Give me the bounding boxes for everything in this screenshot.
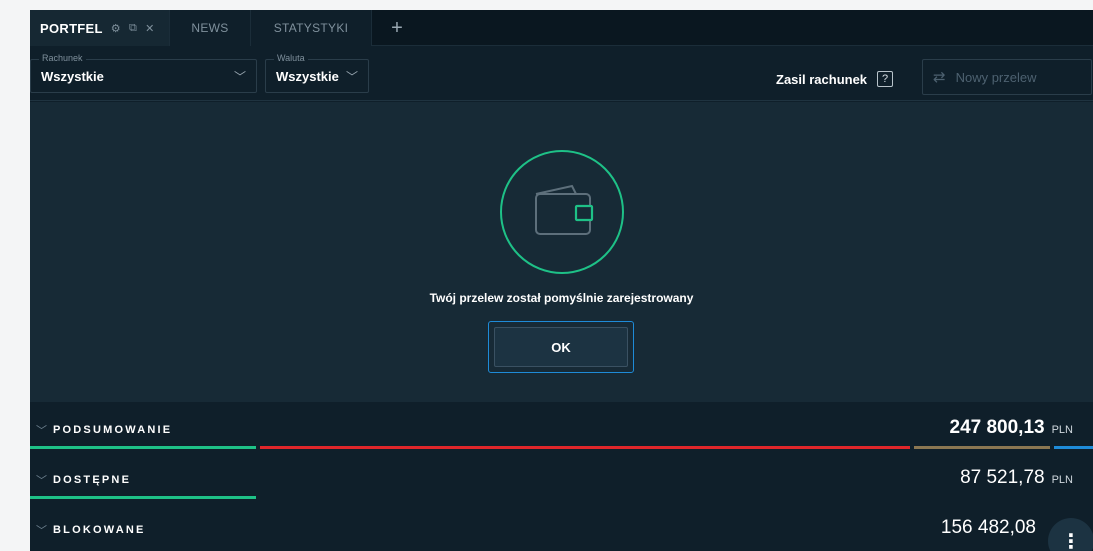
bar-segment-red	[260, 446, 910, 449]
tab-bar: PORTFEL ⚙ ⧉ ✕ NEWS STATYSTYKI +	[30, 10, 1093, 46]
account-select-label: Rachunek	[39, 53, 86, 63]
row-label: ﹀ DOSTĘPNE	[36, 472, 131, 488]
chevron-down-icon: ﹀	[36, 475, 47, 487]
summary-row-dostepne[interactable]: ﹀ DOSTĘPNE 87 521,78 PLN	[30, 458, 1093, 502]
bar-segment-brown	[914, 446, 1050, 449]
tab-label: STATYSTYKI	[273, 21, 349, 35]
ok-button[interactable]: OK	[494, 327, 628, 367]
account-select-value: Wszystkie	[41, 69, 104, 84]
zasil-rachunek-label: Zasil rachunek	[776, 71, 868, 87]
gear-icon[interactable]: ⚙	[111, 22, 121, 35]
amount-value: 156 482,08	[940, 517, 1036, 538]
zasil-rachunek[interactable]: Zasil rachunek ?	[776, 71, 894, 87]
tab-label: PORTFEL	[40, 20, 103, 36]
row-amount: 87 521,78 PLN	[960, 467, 1073, 489]
portfolio-window: PORTFEL ⚙ ⧉ ✕ NEWS STATYSTYKI + Rachunek…	[30, 10, 1093, 551]
filter-row: Rachunek Wszystkie ﹀ Waluta Wszystkie ﹀ …	[30, 47, 1093, 101]
summary-row-blokowane[interactable]: ﹀ BLOKOWANE 156 482,08	[30, 508, 1093, 551]
summary-row-podsumowanie[interactable]: ﹀ PODSUMOWANIE 247 800,13 PLN	[30, 408, 1093, 452]
transfer-confirmation-panel: Twój przelew został pomyślnie zarejestro…	[30, 102, 1093, 402]
tab-news[interactable]: NEWS	[170, 10, 251, 46]
ok-button-focus-ring: OK	[488, 321, 634, 373]
tab-portfel[interactable]: PORTFEL ⚙ ⧉ ✕	[30, 10, 170, 46]
add-tab-button[interactable]: +	[382, 10, 412, 46]
tab-label: NEWS	[191, 21, 229, 35]
transfer-arrows-icon: ⇄	[933, 69, 946, 86]
account-select[interactable]: Rachunek Wszystkie ﹀	[30, 53, 257, 93]
row-label-text: BLOKOWANE	[53, 524, 146, 536]
bar-segment-blue	[1054, 446, 1093, 449]
chevron-down-icon: ﹀	[233, 70, 246, 84]
chevron-down-icon: ﹀	[345, 70, 358, 84]
amount-currency: PLN	[1051, 474, 1073, 486]
row-amount: 156 482,08	[941, 517, 1043, 539]
confirmation-message: Twój przelew został pomyślnie zarejestro…	[429, 291, 694, 305]
chevron-down-icon: ﹀	[36, 425, 47, 437]
currency-select[interactable]: Waluta Wszystkie ﹀	[265, 53, 369, 93]
currency-select-value: Wszystkie	[276, 69, 339, 84]
help-icon[interactable]: ?	[877, 71, 894, 87]
wallet-icon-circle	[500, 150, 624, 274]
close-icon[interactable]: ✕	[145, 22, 155, 35]
row-label: ﹀ BLOKOWANE	[36, 522, 146, 538]
more-options-button[interactable]: ⋮	[1048, 518, 1093, 551]
row-label-text: DOSTĘPNE	[53, 474, 132, 486]
amount-value: 247 800,13	[949, 417, 1045, 438]
new-transfer-button[interactable]: ⇄ Nowy przelew	[922, 59, 1092, 95]
new-transfer-label: Nowy przelew	[955, 69, 1037, 85]
external-link-icon[interactable]: ⧉	[129, 22, 137, 35]
row-amount: 247 800,13 PLN	[950, 417, 1074, 439]
chevron-down-icon: ﹀	[36, 525, 47, 537]
amount-value: 87 521,78	[960, 467, 1045, 488]
bar-segment-green	[30, 446, 256, 449]
amount-currency: PLN	[1051, 424, 1073, 436]
row-label-text: PODSUMOWANIE	[53, 424, 173, 436]
currency-select-label: Waluta	[274, 53, 308, 63]
wallet-icon	[535, 184, 594, 235]
bar-segment-green	[30, 496, 256, 499]
tab-statystyki[interactable]: STATYSTYKI	[251, 10, 372, 46]
row-label: ﹀ PODSUMOWANIE	[36, 422, 172, 438]
